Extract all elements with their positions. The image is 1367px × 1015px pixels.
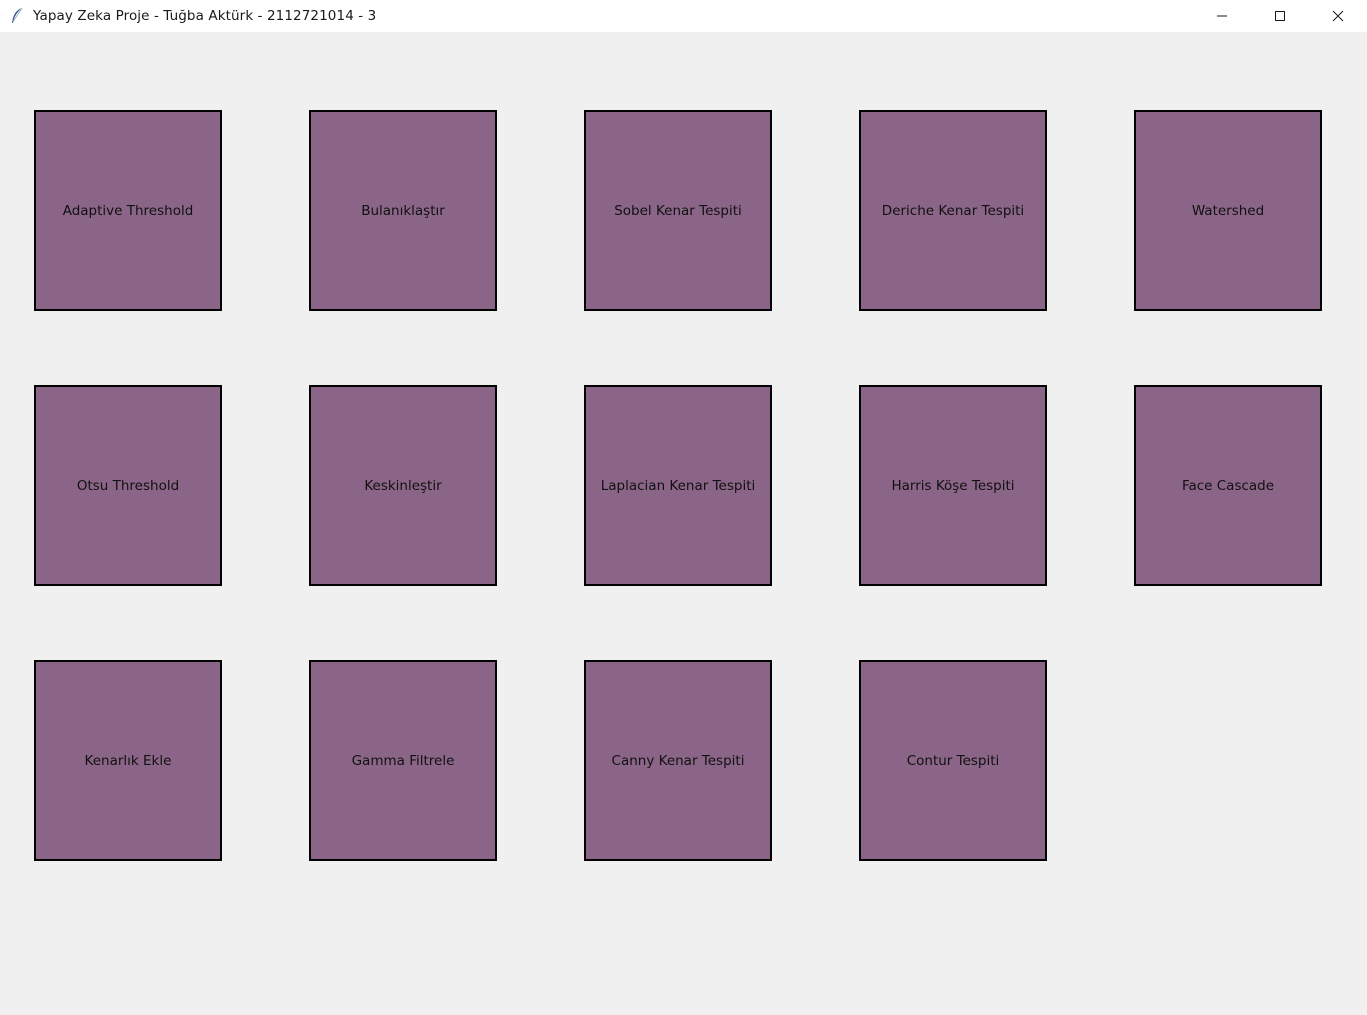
canny-kenar-tespiti-button[interactable]: Canny Kenar Tespiti	[584, 660, 772, 861]
button-label: Harris Köşe Tespiti	[891, 477, 1015, 494]
deriche-kenar-tespiti-button[interactable]: Deriche Kenar Tespiti	[859, 110, 1047, 311]
button-label: Adaptive Threshold	[62, 202, 194, 219]
sobel-kenar-tespiti-button[interactable]: Sobel Kenar Tespiti	[584, 110, 772, 311]
button-label: Otsu Threshold	[76, 477, 180, 494]
feather-icon	[9, 7, 25, 24]
contur-tespiti-button[interactable]: Contur Tespiti	[859, 660, 1047, 861]
button-label: Bulanıklaştır	[361, 202, 445, 219]
keskinlestir-button[interactable]: Keskinleştir	[309, 385, 497, 586]
button-label: Contur Tespiti	[906, 752, 1000, 769]
otsu-threshold-button[interactable]: Otsu Threshold	[34, 385, 222, 586]
minimize-button[interactable]	[1193, 0, 1251, 32]
window-controls	[1193, 0, 1367, 32]
kenarlik-ekle-button[interactable]: Kenarlık Ekle	[34, 660, 222, 861]
button-label: Laplacian Kenar Tespiti	[600, 477, 756, 494]
harris-kose-tespiti-button[interactable]: Harris Köşe Tespiti	[859, 385, 1047, 586]
maximize-icon	[1274, 7, 1286, 26]
adaptive-threshold-button[interactable]: Adaptive Threshold	[34, 110, 222, 311]
close-button[interactable]	[1309, 0, 1367, 32]
button-label: Kenarlık Ekle	[84, 752, 172, 769]
face-cascade-button[interactable]: Face Cascade	[1134, 385, 1322, 586]
button-label: Canny Kenar Tespiti	[611, 752, 745, 769]
window-title: Yapay Zeka Proje - Tuğba Aktürk - 211272…	[33, 8, 377, 24]
button-label: Face Cascade	[1181, 477, 1275, 494]
button-label: Gamma Filtrele	[351, 752, 455, 769]
maximize-button[interactable]	[1251, 0, 1309, 32]
watershed-button[interactable]: Watershed	[1134, 110, 1322, 311]
laplacian-kenar-tespiti-button[interactable]: Laplacian Kenar Tespiti	[584, 385, 772, 586]
minimize-icon	[1216, 7, 1228, 26]
gamma-filtrele-button[interactable]: Gamma Filtrele	[309, 660, 497, 861]
button-grid: Adaptive Threshold Bulanıklaştır Sobel K…	[0, 32, 1367, 1015]
bulaniklastir-button[interactable]: Bulanıklaştır	[309, 110, 497, 311]
button-label: Sobel Kenar Tespiti	[614, 202, 742, 219]
button-label: Keskinleştir	[364, 477, 442, 494]
button-label: Watershed	[1191, 202, 1265, 219]
close-icon	[1332, 7, 1344, 26]
title-bar: Yapay Zeka Proje - Tuğba Aktürk - 211272…	[0, 0, 1367, 32]
button-label: Deriche Kenar Tespiti	[881, 202, 1025, 219]
